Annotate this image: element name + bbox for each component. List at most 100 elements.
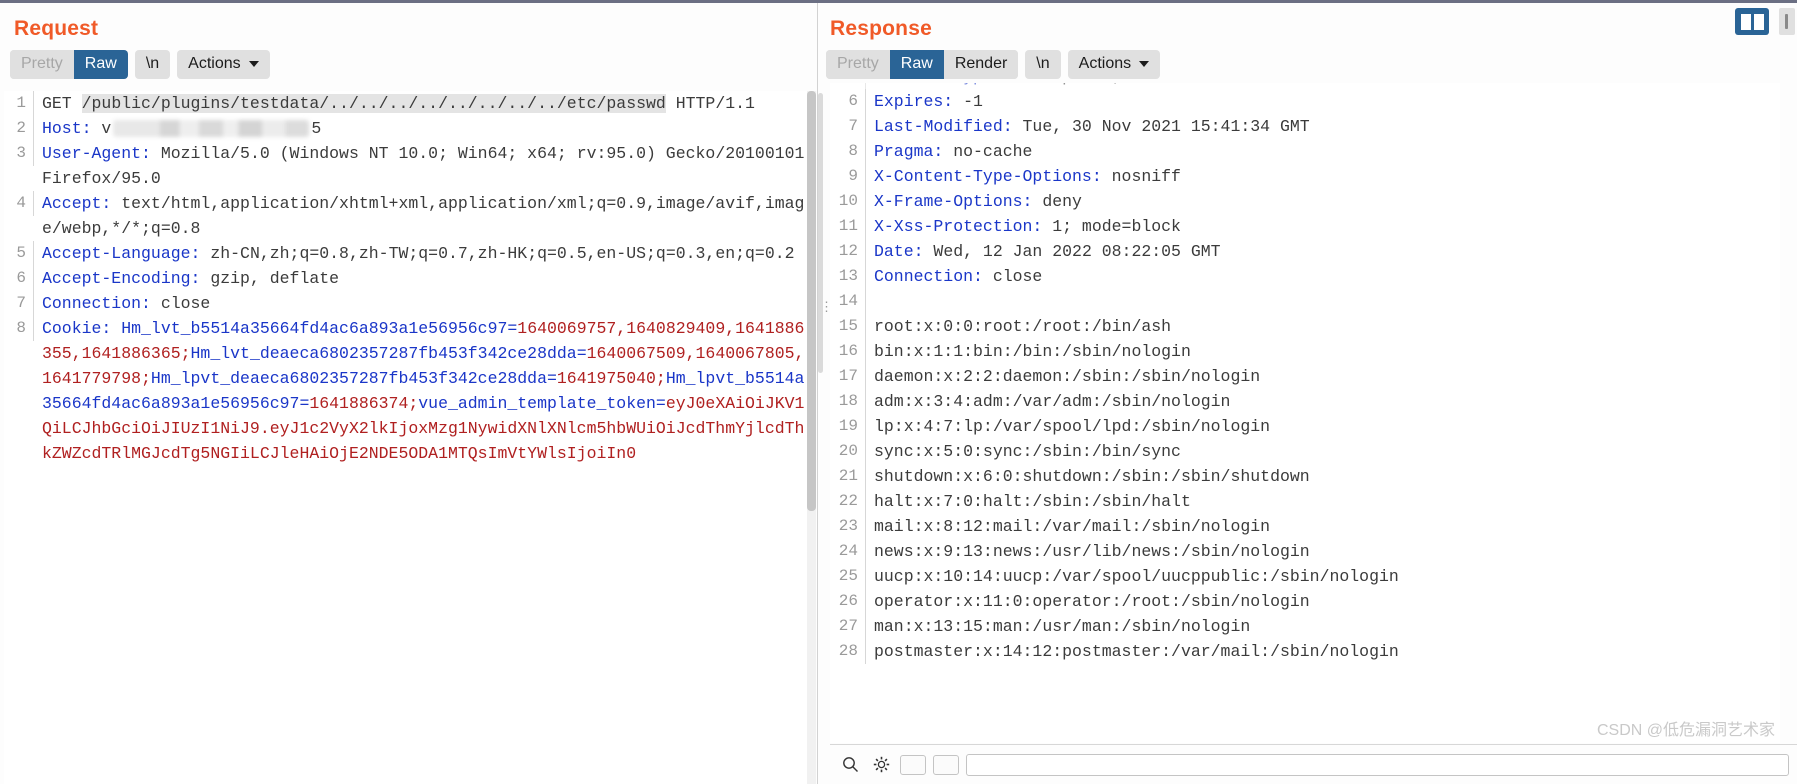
passwd-entry: daemon:x:2:2:daemon:/sbin:/sbin/nologin	[874, 367, 1261, 386]
line-number: 11	[830, 214, 866, 239]
split-view-toggle[interactable]	[1735, 8, 1769, 35]
header-name: X-Frame-Options:	[874, 192, 1033, 211]
header-name: Connection:	[42, 294, 151, 313]
search-next-button[interactable]	[933, 754, 959, 775]
passwd-entry: postmaster:x:14:12:postmaster:/var/mail:…	[874, 642, 1399, 661]
line-number: 13	[830, 264, 866, 289]
response-line-6: 6 Expires: -1	[830, 89, 1780, 114]
response-line-23: 23 mail:x:8:12:mail:/var/mail:/sbin/nolog…	[830, 514, 1780, 539]
line-content: Accept-Encoding: gzip, deflate	[34, 266, 810, 291]
request-toolbar: Pretty Raw \n Actions	[0, 41, 818, 80]
response-newline-button[interactable]: \n	[1025, 50, 1061, 80]
response-code-editor[interactable]: 5Content-Type: text/plain; charset=utf-8…	[830, 83, 1780, 743]
line-content: man:x:13:15:man:/usr/man:/sbin/nologin	[866, 614, 1780, 639]
line-content: GET /public/plugins/testdata/../../../..…	[34, 91, 810, 116]
line-number: 25	[830, 564, 866, 589]
line-content: Date: Wed, 12 Jan 2022 08:22:05 GMT	[866, 239, 1780, 264]
line-number: 16	[830, 339, 866, 364]
gear-icon[interactable]	[869, 753, 893, 777]
response-actions-label: Actions	[1078, 55, 1132, 72]
passwd-entry: lp:x:4:7:lp:/var/spool/lpd:/sbin/nologin	[874, 417, 1271, 436]
line-content: Connection: close	[866, 264, 1780, 289]
response-gutter-rail[interactable]	[818, 93, 823, 373]
header-name: Host:	[42, 119, 92, 138]
line-number: 6	[4, 266, 34, 291]
line-number: 20	[830, 439, 866, 464]
request-line-6: 6 Accept-Encoding: gzip, deflate	[4, 266, 810, 291]
response-drag-handle[interactable]: ⋮	[820, 300, 833, 325]
http-version: HTTP/1.1	[665, 94, 755, 113]
header-value: 1; mode=block	[1042, 217, 1181, 236]
passwd-entry: operator:x:11:0:operator:/root:/sbin/nol…	[874, 592, 1310, 611]
line-number: 23	[830, 514, 866, 539]
request-tab-raw[interactable]: Raw	[73, 50, 128, 80]
passwd-entry: sync:x:5:0:sync:/sbin:/bin/sync	[874, 442, 1181, 461]
request-code-editor[interactable]: 1 GET /public/plugins/testdata/../../../.…	[4, 91, 810, 784]
response-line-9: 9 X-Content-Type-Options: nosniff	[830, 164, 1780, 189]
split-left-pane-icon	[1740, 13, 1751, 30]
line-content: Accept-Language: zh-CN,zh;q=0.8,zh-TW;q=…	[34, 241, 810, 266]
line-number: 18	[830, 389, 866, 414]
line-number: 7	[4, 291, 34, 316]
request-panel-title: Request	[14, 17, 99, 40]
line-number: 6	[830, 89, 866, 114]
request-line-4: 4 Accept: text/html,application/xhtml+xml…	[4, 191, 810, 241]
response-panel-title: Response	[830, 17, 932, 40]
header-value: v	[91, 119, 112, 138]
line-content: Host: v 5	[34, 116, 810, 141]
request-line-1: 1 GET /public/plugins/testdata/../../../.…	[4, 91, 810, 116]
header-value: Wed, 12 Jan 2022 08:22:05 GMT	[923, 242, 1221, 261]
search-input[interactable]	[966, 753, 1789, 776]
line-number: 5	[830, 83, 866, 89]
line-number: 14	[830, 289, 866, 314]
line-content: Last-Modified: Tue, 30 Nov 2021 15:41:34…	[866, 114, 1780, 139]
request-line-3: 3 User-Agent: Mozilla/5.0 (Windows NT 10.…	[4, 141, 810, 191]
line-number: 21	[830, 464, 866, 489]
request-scrollbar-thumb[interactable]	[807, 91, 816, 511]
passwd-entry: root:x:0:0:root:/root:/bin/ash	[874, 317, 1172, 336]
passwd-entry: news:x:9:13:news:/usr/lib/news:/sbin/nol…	[874, 542, 1310, 561]
line-content: User-Agent: Mozilla/5.0 (Windows NT 10.0…	[34, 141, 810, 191]
line-number: 8	[4, 316, 34, 341]
request-actions-label: Actions	[188, 55, 241, 72]
header-name: Cookie:	[42, 319, 122, 338]
line-number: 3	[4, 141, 34, 166]
cookie-name: Hm_lpvt_deaeca6802357287fb453f342ce28dda…	[150, 369, 557, 388]
line-content: postmaster:x:14:12:postmaster:/var/mail:…	[866, 639, 1780, 664]
cookie-name: vue_admin_template_token=	[418, 394, 666, 413]
response-tab-raw[interactable]: Raw	[889, 50, 944, 80]
request-actions-button[interactable]: Actions	[177, 50, 270, 80]
header-name: Accept-Language:	[42, 244, 201, 263]
line-content	[866, 289, 1780, 314]
line-content: sync:x:5:0:sync:/sbin:/bin/sync	[866, 439, 1780, 464]
response-search-bar	[830, 744, 1797, 784]
header-value-tail: 5	[311, 119, 322, 138]
request-tab-pretty[interactable]: Pretty	[10, 50, 74, 80]
request-line-8: 8 Cookie: Hm_lvt_b5514a35664fd4ac6a893a1e…	[4, 316, 810, 466]
passwd-entry: mail:x:8:12:mail:/var/mail:/sbin/nologin	[874, 517, 1271, 536]
response-line-22: 22 halt:x:7:0:halt:/sbin:/sbin/halt	[830, 489, 1780, 514]
search-icon[interactable]	[838, 753, 862, 777]
header-value: gzip, deflate	[200, 269, 340, 288]
passwd-entry: adm:x:3:4:adm:/var/adm:/sbin/nologin	[874, 392, 1231, 411]
line-number: 1	[4, 91, 34, 116]
search-prev-button[interactable]	[900, 754, 926, 775]
request-newline-button[interactable]: \n	[134, 50, 171, 80]
request-scrollbar[interactable]	[807, 91, 816, 784]
right-edge-rail[interactable]	[1779, 8, 1795, 35]
request-pane: Request Pretty Raw \n Actions 1 GET /publ…	[0, 3, 818, 784]
response-tab-render[interactable]: Render	[943, 50, 1019, 80]
response-tab-pretty[interactable]: Pretty	[826, 50, 890, 80]
line-number: 26	[830, 589, 866, 614]
response-pane: Response Pretty Raw Render \n Actions ⋮ …	[818, 3, 1797, 784]
header-value: no-cache	[943, 142, 1033, 161]
line-content: uucp:x:10:14:uucp:/var/spool/uucppublic:…	[866, 564, 1780, 589]
response-line-13: 13 Connection: close	[830, 264, 1780, 289]
line-content: news:x:9:13:news:/usr/lib/news:/sbin/nol…	[866, 539, 1780, 564]
response-actions-button[interactable]: Actions	[1067, 50, 1161, 80]
response-line-20: 20 sync:x:5:0:sync:/sbin:/bin/sync	[830, 439, 1780, 464]
header-name: Expires:	[874, 92, 954, 111]
header-name: Accept-Encoding:	[42, 269, 201, 288]
passwd-entry: uucp:x:10:14:uucp:/var/spool/uucppublic:…	[874, 567, 1399, 586]
line-content: shutdown:x:6:0:shutdown:/sbin:/sbin/shut…	[866, 464, 1780, 489]
